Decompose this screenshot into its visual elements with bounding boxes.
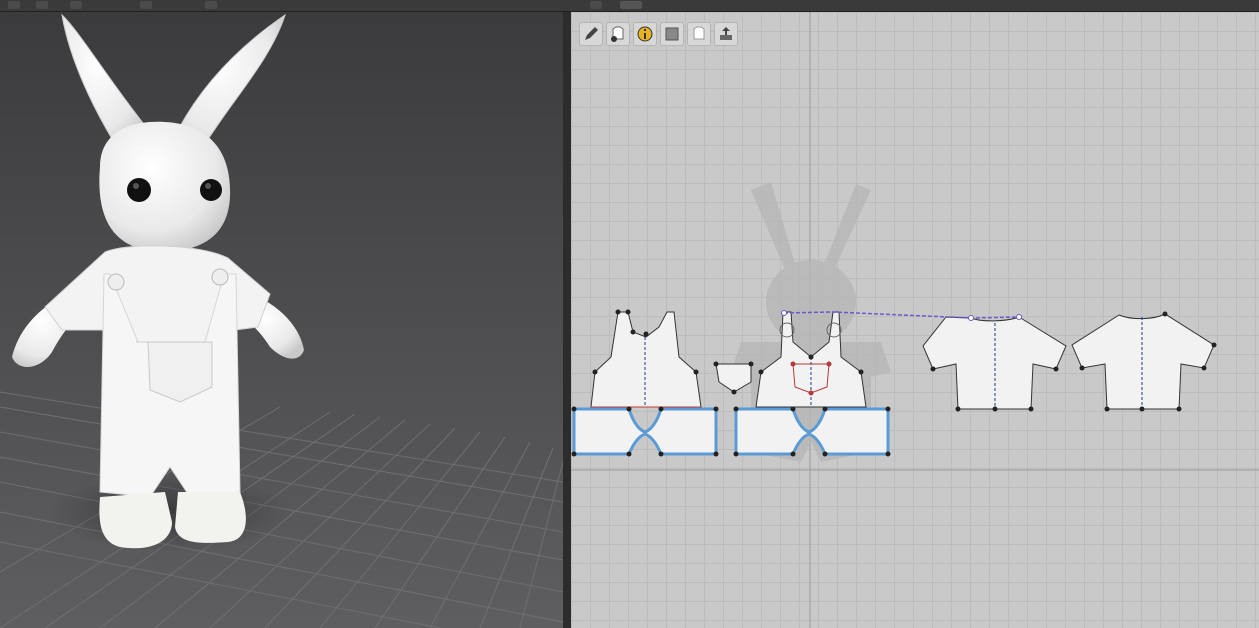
pattern-piece-pocket (715, 363, 752, 393)
pattern-piece-shirt-front (922, 316, 1067, 410)
rabbit-avatar (12, 13, 304, 549)
pattern-piece-front-bib (590, 311, 702, 408)
menu-icon-2[interactable] (36, 1, 48, 9)
menu-icon-5[interactable] (205, 1, 217, 9)
menu-icon-7[interactable] (620, 1, 642, 9)
3d-viewport[interactable] (0, 12, 563, 628)
menu-icon-6[interactable] (590, 1, 602, 9)
menu-icon-3[interactable] (70, 1, 82, 9)
menu-icon-1[interactable] (8, 1, 20, 9)
top-toolbar (0, 0, 1259, 12)
3d-scene (0, 13, 563, 628)
menu-icon-4[interactable] (140, 1, 152, 9)
pane-splitter[interactable] (563, 12, 571, 628)
avatar-shadow (50, 472, 290, 552)
pattern-piece-pants-front (572, 407, 718, 456)
2d-pattern-window[interactable] (571, 12, 1259, 628)
pattern-piece-shirt-back (1071, 313, 1215, 410)
pattern-canvas (571, 12, 1259, 628)
